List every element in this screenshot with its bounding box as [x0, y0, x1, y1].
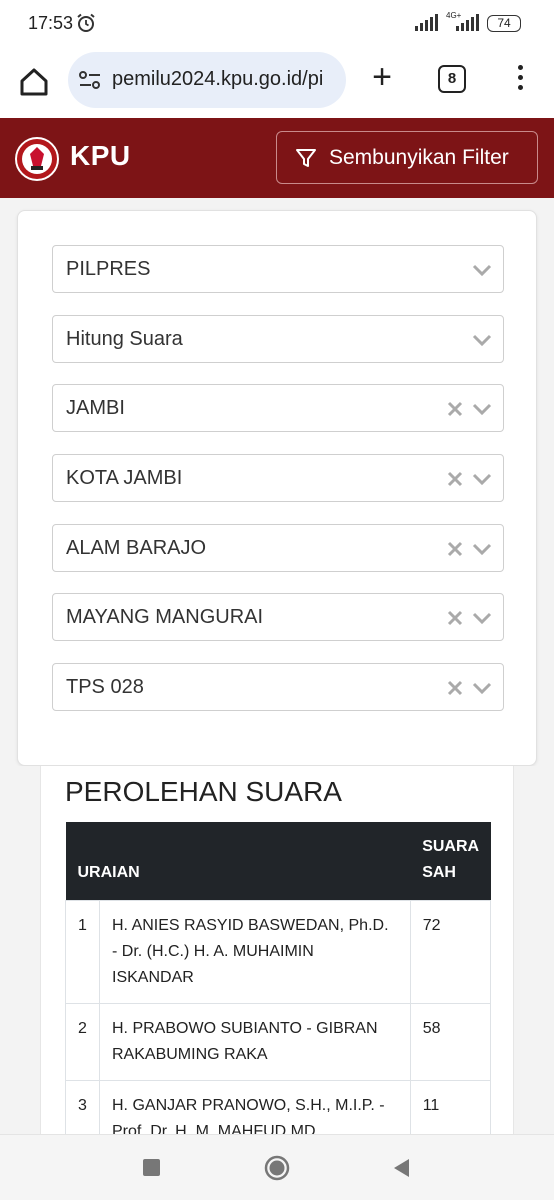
column-header-suara-sah: SUARA SAH: [410, 822, 491, 901]
election-type-select[interactable]: PILPRES: [52, 245, 504, 293]
tabs-icon[interactable]: 8: [438, 65, 466, 93]
hide-filter-button[interactable]: Sembunyikan Filter: [276, 131, 538, 184]
chevron-down-icon[interactable]: [471, 677, 493, 699]
results-card: PEROLEHAN SUARA URAIAN SUARA SAH 1 H. AN…: [40, 766, 514, 1158]
clear-icon[interactable]: [445, 678, 465, 698]
kpu-logo[interactable]: [14, 136, 60, 182]
table-row: 1 H. ANIES RASYID BASWEDAN, Ph.D. - Dr. …: [65, 900, 492, 1004]
select-value: ALAM BARAJO: [66, 537, 207, 559]
status-time: 17:53: [28, 13, 74, 33]
chevron-down-icon[interactable]: [471, 538, 493, 560]
signal-icon: [415, 14, 438, 31]
back-icon[interactable]: [391, 1157, 411, 1179]
select-value: MAYANG MANGURAI: [66, 606, 264, 628]
province-select[interactable]: JAMBI: [52, 384, 504, 432]
site-settings-icon[interactable]: [78, 69, 102, 91]
district-select[interactable]: ALAM BARAJO: [52, 524, 504, 572]
hide-filter-label: Sembunyikan Filter: [329, 146, 509, 169]
city-select[interactable]: KOTA JAMBI: [52, 454, 504, 502]
filter-icon: [296, 149, 316, 167]
kpu-title[interactable]: KPU: [70, 140, 131, 172]
select-value: Hitung Suara: [66, 328, 183, 350]
count-type-select[interactable]: Hitung Suara: [52, 315, 504, 363]
more-vert-icon[interactable]: [508, 62, 532, 94]
table-row: 2 H. PRABOWO SUBIANTO - GIBRAN RAKABUMIN…: [65, 1003, 492, 1081]
screen: 17:53 4G+ 74 pemilu2024.kpu.go.id/pi + 8…: [0, 0, 554, 1200]
browser-toolbar: pemilu2024.kpu.go.id/pi + 8: [0, 48, 554, 118]
recent-apps-icon[interactable]: [143, 1159, 160, 1176]
filter-panel: PILPRES Hitung Suara JAMBI KOTA JAMBI AL…: [17, 210, 537, 766]
select-value: JAMBI: [66, 397, 125, 419]
table-header-row: URAIAN SUARA SAH: [65, 822, 491, 901]
clear-icon[interactable]: [445, 399, 465, 419]
system-nav-bar: [0, 1134, 554, 1200]
candidate-name: H. ANIES RASYID BASWEDAN, Ph.D. - Dr. (H…: [99, 900, 411, 1004]
address-bar[interactable]: pemilu2024.kpu.go.id/pi: [68, 52, 346, 108]
select-value: KOTA JAMBI: [66, 467, 183, 489]
battery-level: 74: [497, 16, 511, 30]
home-circle-icon[interactable]: [264, 1155, 290, 1181]
chevron-down-icon[interactable]: [471, 329, 493, 351]
status-bar: 17:53 4G+ 74: [0, 0, 554, 48]
new-tab-button[interactable]: +: [364, 60, 400, 96]
candidate-name: H. PRABOWO SUBIANTO - GIBRAN RAKABUMING …: [99, 1003, 411, 1081]
clear-icon[interactable]: [445, 539, 465, 559]
vote-table: URAIAN SUARA SAH 1 H. ANIES RASYID BASWE…: [65, 822, 492, 1158]
alarm-icon: [77, 13, 95, 32]
chevron-down-icon[interactable]: [471, 468, 493, 490]
row-number: 1: [65, 900, 100, 1004]
clear-icon[interactable]: [445, 608, 465, 628]
select-value: TPS 028: [66, 676, 144, 698]
results-title: PEROLEHAN SUARA: [65, 776, 342, 807]
battery-icon: 74: [487, 15, 521, 32]
village-select[interactable]: MAYANG MANGURAI: [52, 593, 504, 641]
results-section: PEROLEHAN SUARA URAIAN SUARA SAH 1 H. AN…: [17, 766, 537, 1158]
vote-count: 72: [409, 900, 492, 1004]
chevron-down-icon[interactable]: [471, 398, 493, 420]
select-value: PILPRES: [66, 258, 151, 280]
column-header-uraian: URAIAN: [65, 822, 411, 901]
kpu-header: KPU Sembunyikan Filter: [0, 118, 554, 198]
chevron-down-icon[interactable]: [471, 259, 493, 281]
vote-count: 58: [409, 1003, 492, 1081]
clear-icon[interactable]: [445, 469, 465, 489]
tab-count: 8: [447, 70, 457, 87]
signal-icon: [456, 14, 479, 31]
tps-select[interactable]: TPS 028: [52, 663, 504, 711]
url-text: pemilu2024.kpu.go.id/pi: [112, 68, 324, 90]
chevron-down-icon[interactable]: [471, 607, 493, 629]
home-icon[interactable]: [14, 62, 54, 102]
row-number: 2: [65, 1003, 100, 1081]
